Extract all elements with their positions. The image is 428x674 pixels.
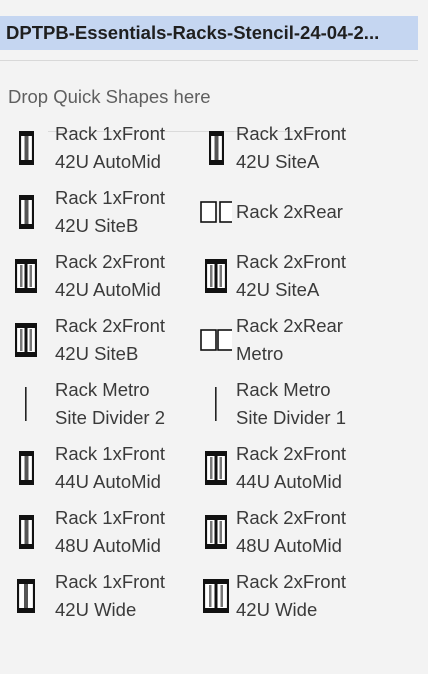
shape-label-line1: Rack 1xFront — [55, 507, 166, 528]
shape-label: Rack 1xFront 42U SiteA — [236, 120, 346, 176]
shape-label-line2: 42U SiteB — [55, 343, 139, 364]
shape-item[interactable]: Rack 1xFront 42U AutoMid — [10, 118, 200, 178]
shape-label: Rack 2xRear Metro — [236, 312, 343, 368]
rack-2x-front-icon — [10, 310, 42, 370]
shape-label: Rack 1xFront 42U SiteB — [55, 184, 165, 240]
shape-item[interactable]: Rack 1xFront 42U Wide — [10, 566, 200, 626]
site-divider-icon — [200, 374, 232, 434]
shape-label-line2: 42U SiteA — [236, 151, 320, 172]
shape-label-line1: Rack 2xFront — [236, 251, 347, 272]
shape-label: Rack 2xRear — [236, 198, 343, 226]
rack-1x-front-icon — [10, 118, 42, 178]
site-divider-icon — [10, 374, 42, 434]
shape-item[interactable]: Rack 1xFront 42U SiteB — [10, 182, 200, 242]
shape-item[interactable]: Rack 1xFront 42U SiteA — [200, 118, 390, 178]
shape-label-line2: 42U SiteB — [55, 215, 139, 236]
shape-item[interactable]: Rack 2xRear — [200, 182, 390, 242]
shape-label: Rack 1xFront 42U Wide — [55, 568, 165, 624]
shape-label-line2: 42U AutoMid — [55, 279, 161, 300]
shape-item[interactable]: Rack 2xFront 42U SiteB — [10, 310, 200, 370]
shape-item[interactable]: Rack 1xFront 44U AutoMid — [10, 438, 200, 498]
shape-label-line2: 42U AutoMid — [55, 151, 161, 172]
shape-item[interactable]: Rack 1xFront 48U AutoMid — [10, 502, 200, 562]
rack-2x-front-icon — [200, 438, 232, 498]
shape-item[interactable]: Rack Metro Site Divider 1 — [200, 374, 390, 434]
shape-label-line1: Rack 2xFront — [236, 507, 347, 528]
shape-item[interactable]: Rack 2xFront 44U AutoMid — [200, 438, 390, 498]
shape-label: Rack Metro Site Divider 1 — [236, 376, 346, 432]
shape-label: Rack 1xFront 42U AutoMid — [55, 120, 165, 176]
shape-label-line2: 42U Wide — [236, 599, 318, 620]
shape-label: Rack 2xFront 42U SiteA — [236, 248, 346, 304]
shape-label-line2: 44U AutoMid — [236, 471, 342, 492]
shape-label: Rack 2xFront 48U AutoMid — [236, 504, 346, 560]
rack-2x-front-icon — [10, 246, 42, 306]
stencil-title[interactable]: DPTPB-Essentials-Racks-Stencil-24-04-2..… — [6, 22, 379, 44]
shape-label-line2: 42U SiteA — [236, 279, 320, 300]
rack-2x-rear-icon — [200, 182, 232, 242]
shape-item[interactable]: Rack 2xFront 42U SiteA — [200, 246, 390, 306]
shape-item[interactable]: Rack 2xFront 42U AutoMid — [10, 246, 200, 306]
rack-1x-front-wide-icon — [10, 566, 42, 626]
shape-item[interactable]: Rack 2xFront 42U Wide — [200, 566, 390, 626]
shape-label: Rack 2xFront 42U Wide — [236, 568, 346, 624]
rack-1x-front-icon — [10, 502, 42, 562]
shape-label-line1: Rack Metro — [55, 379, 150, 400]
rack-1x-front-icon — [200, 118, 232, 178]
shape-label-line1: Rack 1xFront — [236, 123, 347, 144]
shape-label: Rack 2xFront 44U AutoMid — [236, 440, 346, 496]
shape-label-line1: Rack 1xFront — [55, 571, 166, 592]
shape-label-line1: Rack 2xRear — [236, 315, 343, 336]
shape-label-line2: 42U Wide — [55, 599, 137, 620]
rack-2x-front-wide-icon — [200, 566, 232, 626]
divider — [0, 60, 418, 61]
shape-label-line1: Rack 2xFront — [236, 571, 347, 592]
rack-2x-front-icon — [200, 246, 232, 306]
shape-label: Rack 1xFront 48U AutoMid — [55, 504, 165, 560]
shape-label-line1: Rack 2xFront — [55, 315, 166, 336]
shape-label-line2: Metro — [236, 343, 284, 364]
shape-label: Rack 2xFront 42U SiteB — [55, 312, 165, 368]
shape-label-line2: Site Divider 1 — [236, 407, 347, 428]
shape-label-line1: Rack 2xRear — [236, 201, 343, 222]
shape-label: Rack Metro Site Divider 2 — [55, 376, 165, 432]
quick-shapes-drop-zone[interactable]: Drop Quick Shapes here — [8, 86, 211, 108]
rack-1x-front-icon — [10, 182, 42, 242]
rack-2x-front-icon — [200, 502, 232, 562]
shape-item[interactable]: Rack Metro Site Divider 2 — [10, 374, 200, 434]
shape-label-line2: Site Divider 2 — [55, 407, 166, 428]
shape-item[interactable]: Rack 2xFront 48U AutoMid — [200, 502, 390, 562]
shape-label-line1: Rack Metro — [236, 379, 331, 400]
shape-label: Rack 1xFront 44U AutoMid — [55, 440, 165, 496]
shape-label-line1: Rack 1xFront — [55, 187, 166, 208]
shape-label-line1: Rack 1xFront — [55, 123, 166, 144]
shape-label-line2: 44U AutoMid — [55, 471, 161, 492]
stencil-header[interactable]: DPTPB-Essentials-Racks-Stencil-24-04-2..… — [0, 16, 418, 50]
shape-item[interactable]: Rack 2xRear Metro — [200, 310, 390, 370]
rack-2x-rear-metro-icon — [200, 310, 232, 370]
shapes-panel: DPTPB-Essentials-Racks-Stencil-24-04-2..… — [0, 0, 428, 674]
rack-1x-front-icon — [10, 438, 42, 498]
shape-label-line2: 48U AutoMid — [236, 535, 342, 556]
shape-label-line2: 48U AutoMid — [55, 535, 161, 556]
shape-label-line1: Rack 2xFront — [55, 251, 166, 272]
shape-label: Rack 2xFront 42U AutoMid — [55, 248, 165, 304]
shape-label-line1: Rack 1xFront — [55, 443, 166, 464]
shape-label-line1: Rack 2xFront — [236, 443, 347, 464]
